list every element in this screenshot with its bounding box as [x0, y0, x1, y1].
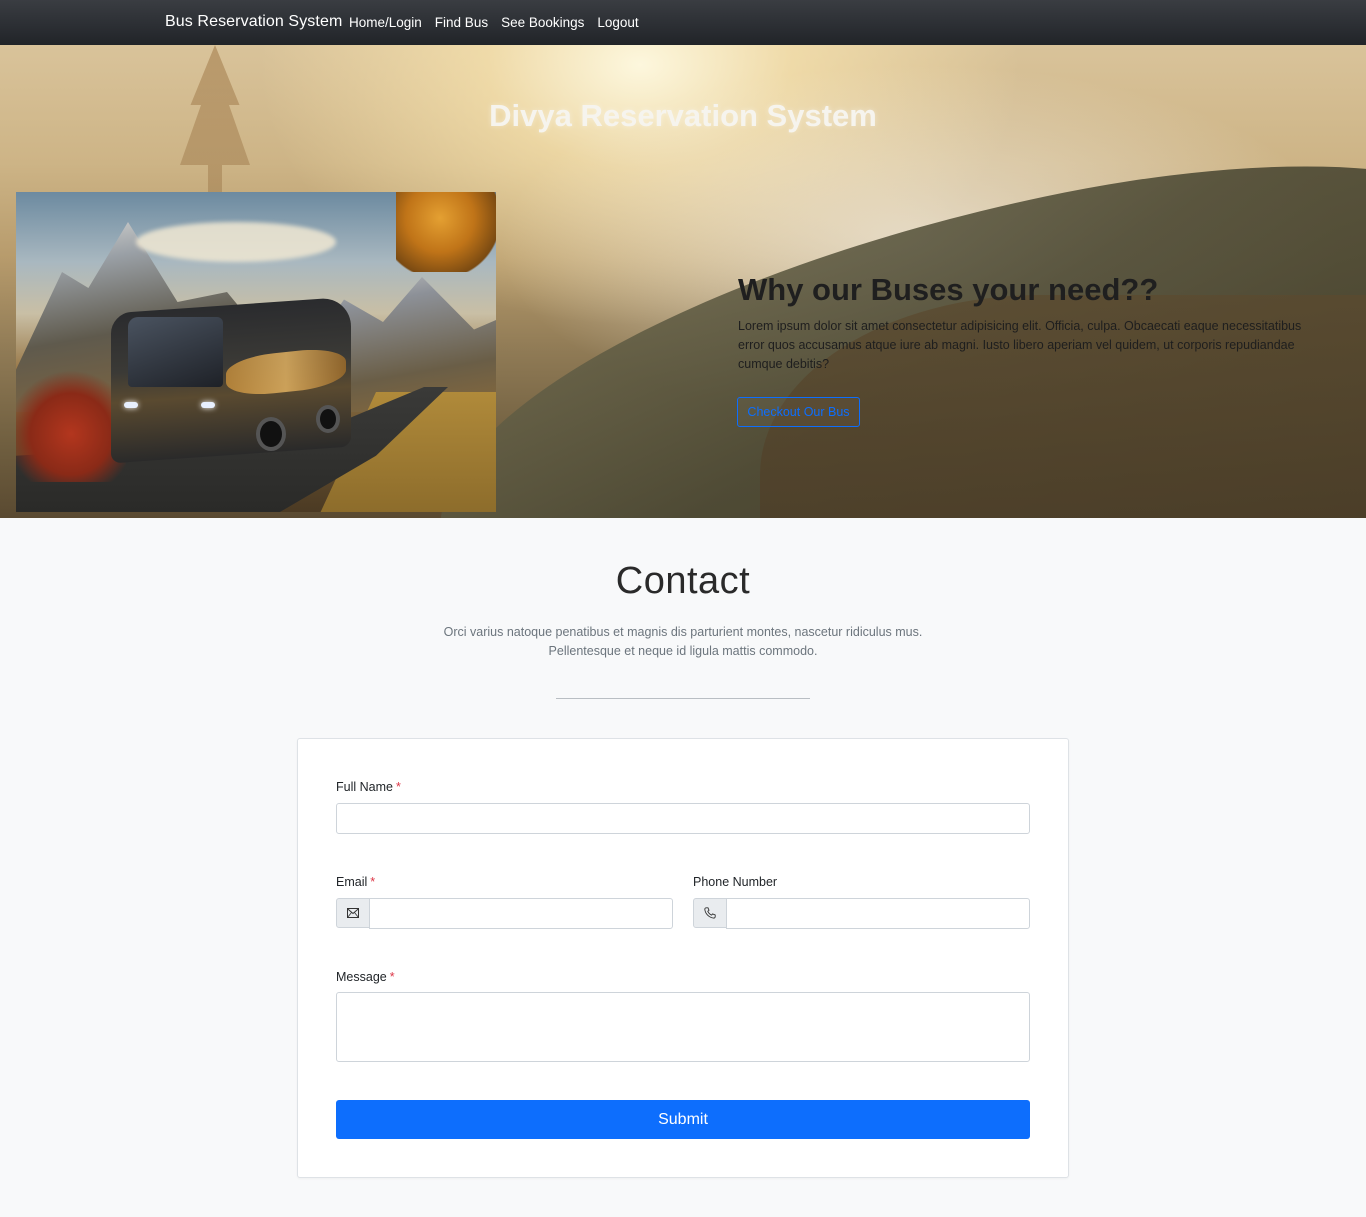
why-title: Why our Buses your need?? — [738, 272, 1159, 307]
email-input[interactable] — [369, 898, 673, 929]
required-mark: * — [370, 875, 376, 889]
message-label: Message * — [336, 970, 395, 984]
bus-image — [16, 192, 496, 512]
email-label: Email * — [336, 875, 376, 889]
required-mark: * — [395, 780, 401, 794]
phone-icon — [693, 898, 727, 928]
contact-subtitle: Orci varius natoque penatibus et magnis … — [0, 623, 1366, 661]
nav-links: Home/Login Find Bus See Bookings Logout — [349, 15, 652, 30]
hero-title: Divya Reservation System — [489, 98, 877, 133]
envelope-icon — [336, 898, 370, 928]
section-divider — [556, 698, 810, 699]
hero-section: Divya Reservation System Why our Buses y… — [0, 45, 1366, 518]
checkout-bus-button[interactable]: Checkout Our Bus — [737, 397, 860, 427]
message-textarea[interactable] — [336, 992, 1030, 1062]
navbar: Bus Reservation System Home/Login Find B… — [0, 0, 1366, 45]
phone-label: Phone Number — [693, 875, 778, 889]
nav-link-logout[interactable]: Logout — [597, 15, 638, 30]
contact-form-card: Full Name * Email * Phone Number Message * … — [297, 738, 1069, 1178]
phone-input[interactable] — [726, 898, 1030, 929]
full-name-input[interactable] — [336, 803, 1030, 834]
submit-button[interactable]: Submit — [336, 1100, 1030, 1139]
navbar-brand[interactable]: Bus Reservation System — [165, 13, 342, 31]
full-name-label: Full Name * — [336, 780, 401, 794]
nav-link-see-bookings[interactable]: See Bookings — [501, 15, 584, 30]
contact-subtitle-line1: Orci varius natoque penatibus et magnis … — [443, 625, 923, 639]
nav-link-find-bus[interactable]: Find Bus — [435, 15, 488, 30]
why-text: Lorem ipsum dolor sit amet consectetur a… — [738, 319, 1302, 371]
contact-title: Contact — [615, 560, 751, 602]
nav-link-home-login[interactable]: Home/Login — [349, 15, 422, 30]
contact-subtitle-line2: Pellentesque et neque id ligula mattis c… — [548, 644, 818, 658]
required-mark: * — [389, 970, 395, 984]
